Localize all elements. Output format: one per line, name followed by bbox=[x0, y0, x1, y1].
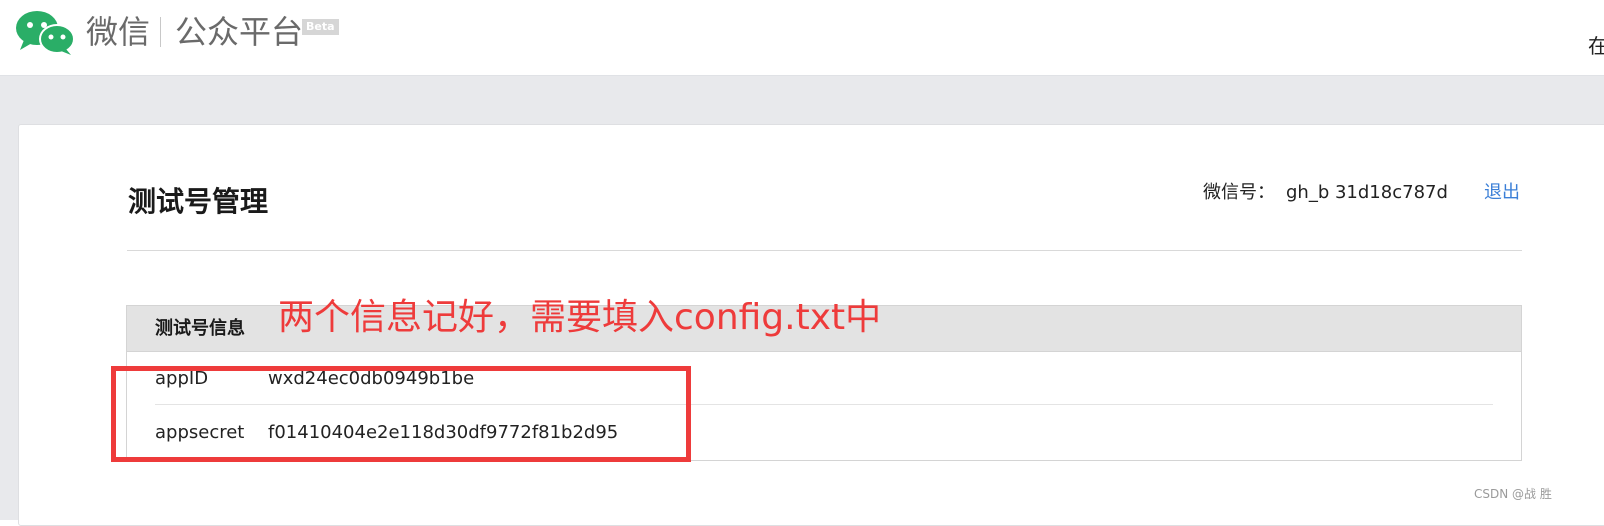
page-title: 测试号管理 bbox=[128, 185, 269, 218]
wechat-id-label: 微信号： bbox=[1203, 182, 1275, 203]
wechat-id-value: gh_b 31d18c787d bbox=[1286, 182, 1448, 203]
wechat-logo-icon[interactable] bbox=[14, 8, 76, 56]
annotation-highlight-box bbox=[111, 366, 691, 462]
logout-link[interactable]: 退出 bbox=[1484, 180, 1520, 206]
top-right-status-text: 在 bbox=[1588, 34, 1604, 58]
brand-weixin-text: 微信 bbox=[86, 13, 151, 51]
title-divider bbox=[127, 250, 1522, 251]
csdn-watermark: CSDN @战 胜 bbox=[1474, 487, 1552, 501]
top-navigation-bar: 微信 公众平台 Beta 在 bbox=[0, 0, 1604, 76]
beta-badge: Beta bbox=[302, 19, 339, 35]
brand-platform-text: 公众平台 bbox=[175, 13, 304, 51]
brand-divider bbox=[160, 17, 161, 47]
annotation-text: 两个信息记好，需要填入config.txt中 bbox=[278, 297, 882, 338]
info-panel-title: 测试号信息 bbox=[155, 318, 245, 339]
